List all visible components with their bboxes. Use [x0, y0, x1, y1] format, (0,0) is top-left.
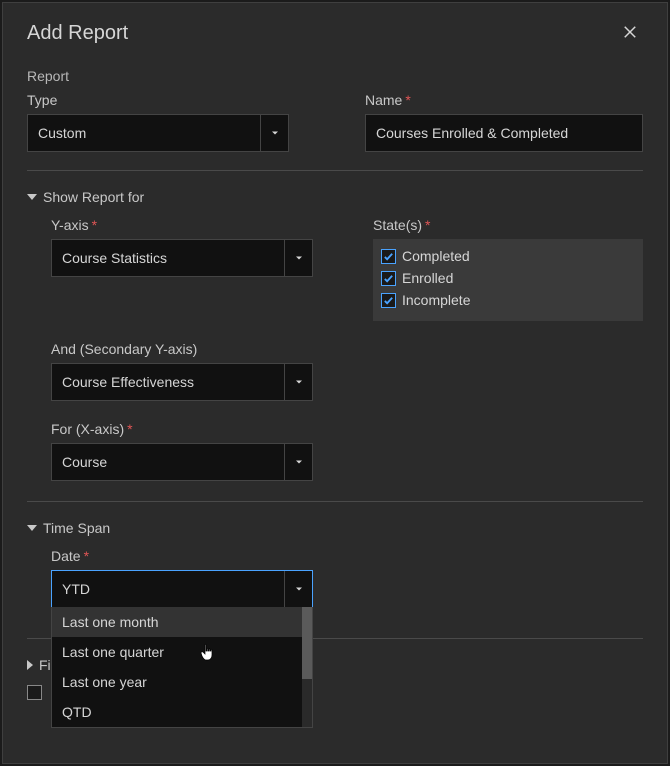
type-value: Custom — [38, 125, 260, 141]
unchecked-checkbox[interactable] — [27, 685, 42, 700]
secondary-yaxis-field: And (Secondary Y-axis) Course Effectiven… — [51, 341, 313, 401]
modal-body: Report Type Custom Name * — [3, 62, 667, 720]
name-label-text: Name — [365, 92, 402, 108]
triangle-right-icon — [27, 660, 33, 670]
state-option-completed[interactable]: Completed — [381, 245, 635, 267]
chevron-down-icon — [284, 240, 312, 276]
date-dropdown-list: Last one month Last one quarter Last one… — [52, 607, 302, 727]
show-report-for-label: Show Report for — [43, 189, 144, 205]
date-label-text: Date — [51, 548, 81, 564]
name-input[interactable] — [365, 114, 643, 152]
yaxis-label-text: Y-axis — [51, 217, 89, 233]
time-span-header[interactable]: Time Span — [27, 520, 643, 536]
xaxis-field: For (X-axis) * Course — [51, 421, 313, 481]
secondary-yaxis-label-text: And (Secondary Y-axis) — [51, 341, 197, 357]
date-option[interactable]: Last one quarter — [52, 637, 302, 667]
date-field: Date * YTD Last one month Last one quart… — [51, 548, 313, 608]
date-option[interactable]: QTD — [52, 697, 302, 727]
checkbox-checked-icon — [381, 249, 396, 264]
date-dropdown-panel: Last one month Last one quarter Last one… — [51, 607, 313, 728]
required-asterisk: * — [425, 217, 430, 233]
filter-label-partial: Fi — [39, 657, 51, 673]
states-box: Completed Enrolled Incompl — [373, 239, 643, 321]
add-report-modal: Add Report Report Type Custom — [2, 2, 668, 764]
triangle-down-icon — [27, 525, 37, 531]
close-button[interactable] — [617, 19, 643, 48]
state-label: Enrolled — [402, 270, 453, 286]
yaxis-states-row: Y-axis * Course Statistics State(s) * — [51, 217, 643, 321]
checkbox-checked-icon — [381, 271, 396, 286]
xaxis-value: Course — [62, 454, 284, 470]
xaxis-label-text: For (X-axis) — [51, 421, 124, 437]
triangle-down-icon — [27, 194, 37, 200]
name-label: Name * — [365, 92, 643, 108]
state-label: Completed — [402, 248, 470, 264]
divider — [27, 170, 643, 171]
type-field: Type Custom — [27, 92, 305, 152]
divider — [27, 501, 643, 502]
date-option[interactable]: Last one month — [52, 607, 302, 637]
modal-header: Add Report — [3, 3, 667, 62]
type-label: Type — [27, 92, 305, 108]
secondary-yaxis-select[interactable]: Course Effectiveness — [51, 363, 313, 401]
time-span-body: Date * YTD Last one month Last one quart… — [27, 548, 643, 608]
states-label: State(s) * — [373, 217, 643, 233]
yaxis-label: Y-axis * — [51, 217, 313, 233]
required-asterisk: * — [405, 92, 410, 108]
secondary-yaxis-value: Course Effectiveness — [62, 374, 284, 390]
date-option[interactable]: Last one year — [52, 667, 302, 697]
required-asterisk: * — [127, 421, 132, 437]
type-label-text: Type — [27, 92, 57, 108]
report-section-label: Report — [27, 68, 643, 84]
modal-title: Add Report — [27, 22, 128, 45]
state-label: Incomplete — [402, 292, 470, 308]
states-label-text: State(s) — [373, 217, 422, 233]
states-field: State(s) * Completed — [373, 217, 643, 321]
date-label: Date * — [51, 548, 313, 564]
scrollbar[interactable] — [302, 607, 312, 727]
name-field: Name * — [365, 92, 643, 152]
close-icon — [621, 23, 639, 44]
yaxis-value: Course Statistics — [62, 250, 284, 266]
chevron-down-icon — [260, 115, 288, 151]
yaxis-field: Y-axis * Course Statistics — [51, 217, 313, 321]
yaxis-select[interactable]: Course Statistics — [51, 239, 313, 277]
secondary-yaxis-label: And (Secondary Y-axis) — [51, 341, 313, 357]
xaxis-label: For (X-axis) * — [51, 421, 313, 437]
xaxis-select[interactable]: Course — [51, 443, 313, 481]
required-asterisk: * — [92, 217, 97, 233]
date-value: YTD — [62, 581, 284, 597]
chevron-down-icon — [284, 364, 312, 400]
scrollbar-thumb[interactable] — [302, 607, 312, 679]
report-row: Type Custom Name * — [27, 92, 643, 152]
date-select[interactable]: YTD Last one month Last one quarter Last… — [51, 570, 313, 608]
chevron-down-icon — [284, 571, 312, 607]
show-report-for-header[interactable]: Show Report for — [27, 189, 643, 205]
chevron-down-icon — [284, 444, 312, 480]
time-span-label: Time Span — [43, 520, 110, 536]
state-option-enrolled[interactable]: Enrolled — [381, 267, 635, 289]
required-asterisk: * — [84, 548, 89, 564]
checkbox-checked-icon — [381, 293, 396, 308]
state-option-incomplete[interactable]: Incomplete — [381, 289, 635, 311]
show-report-for-body: Y-axis * Course Statistics State(s) * — [27, 217, 643, 481]
type-select[interactable]: Custom — [27, 114, 289, 152]
